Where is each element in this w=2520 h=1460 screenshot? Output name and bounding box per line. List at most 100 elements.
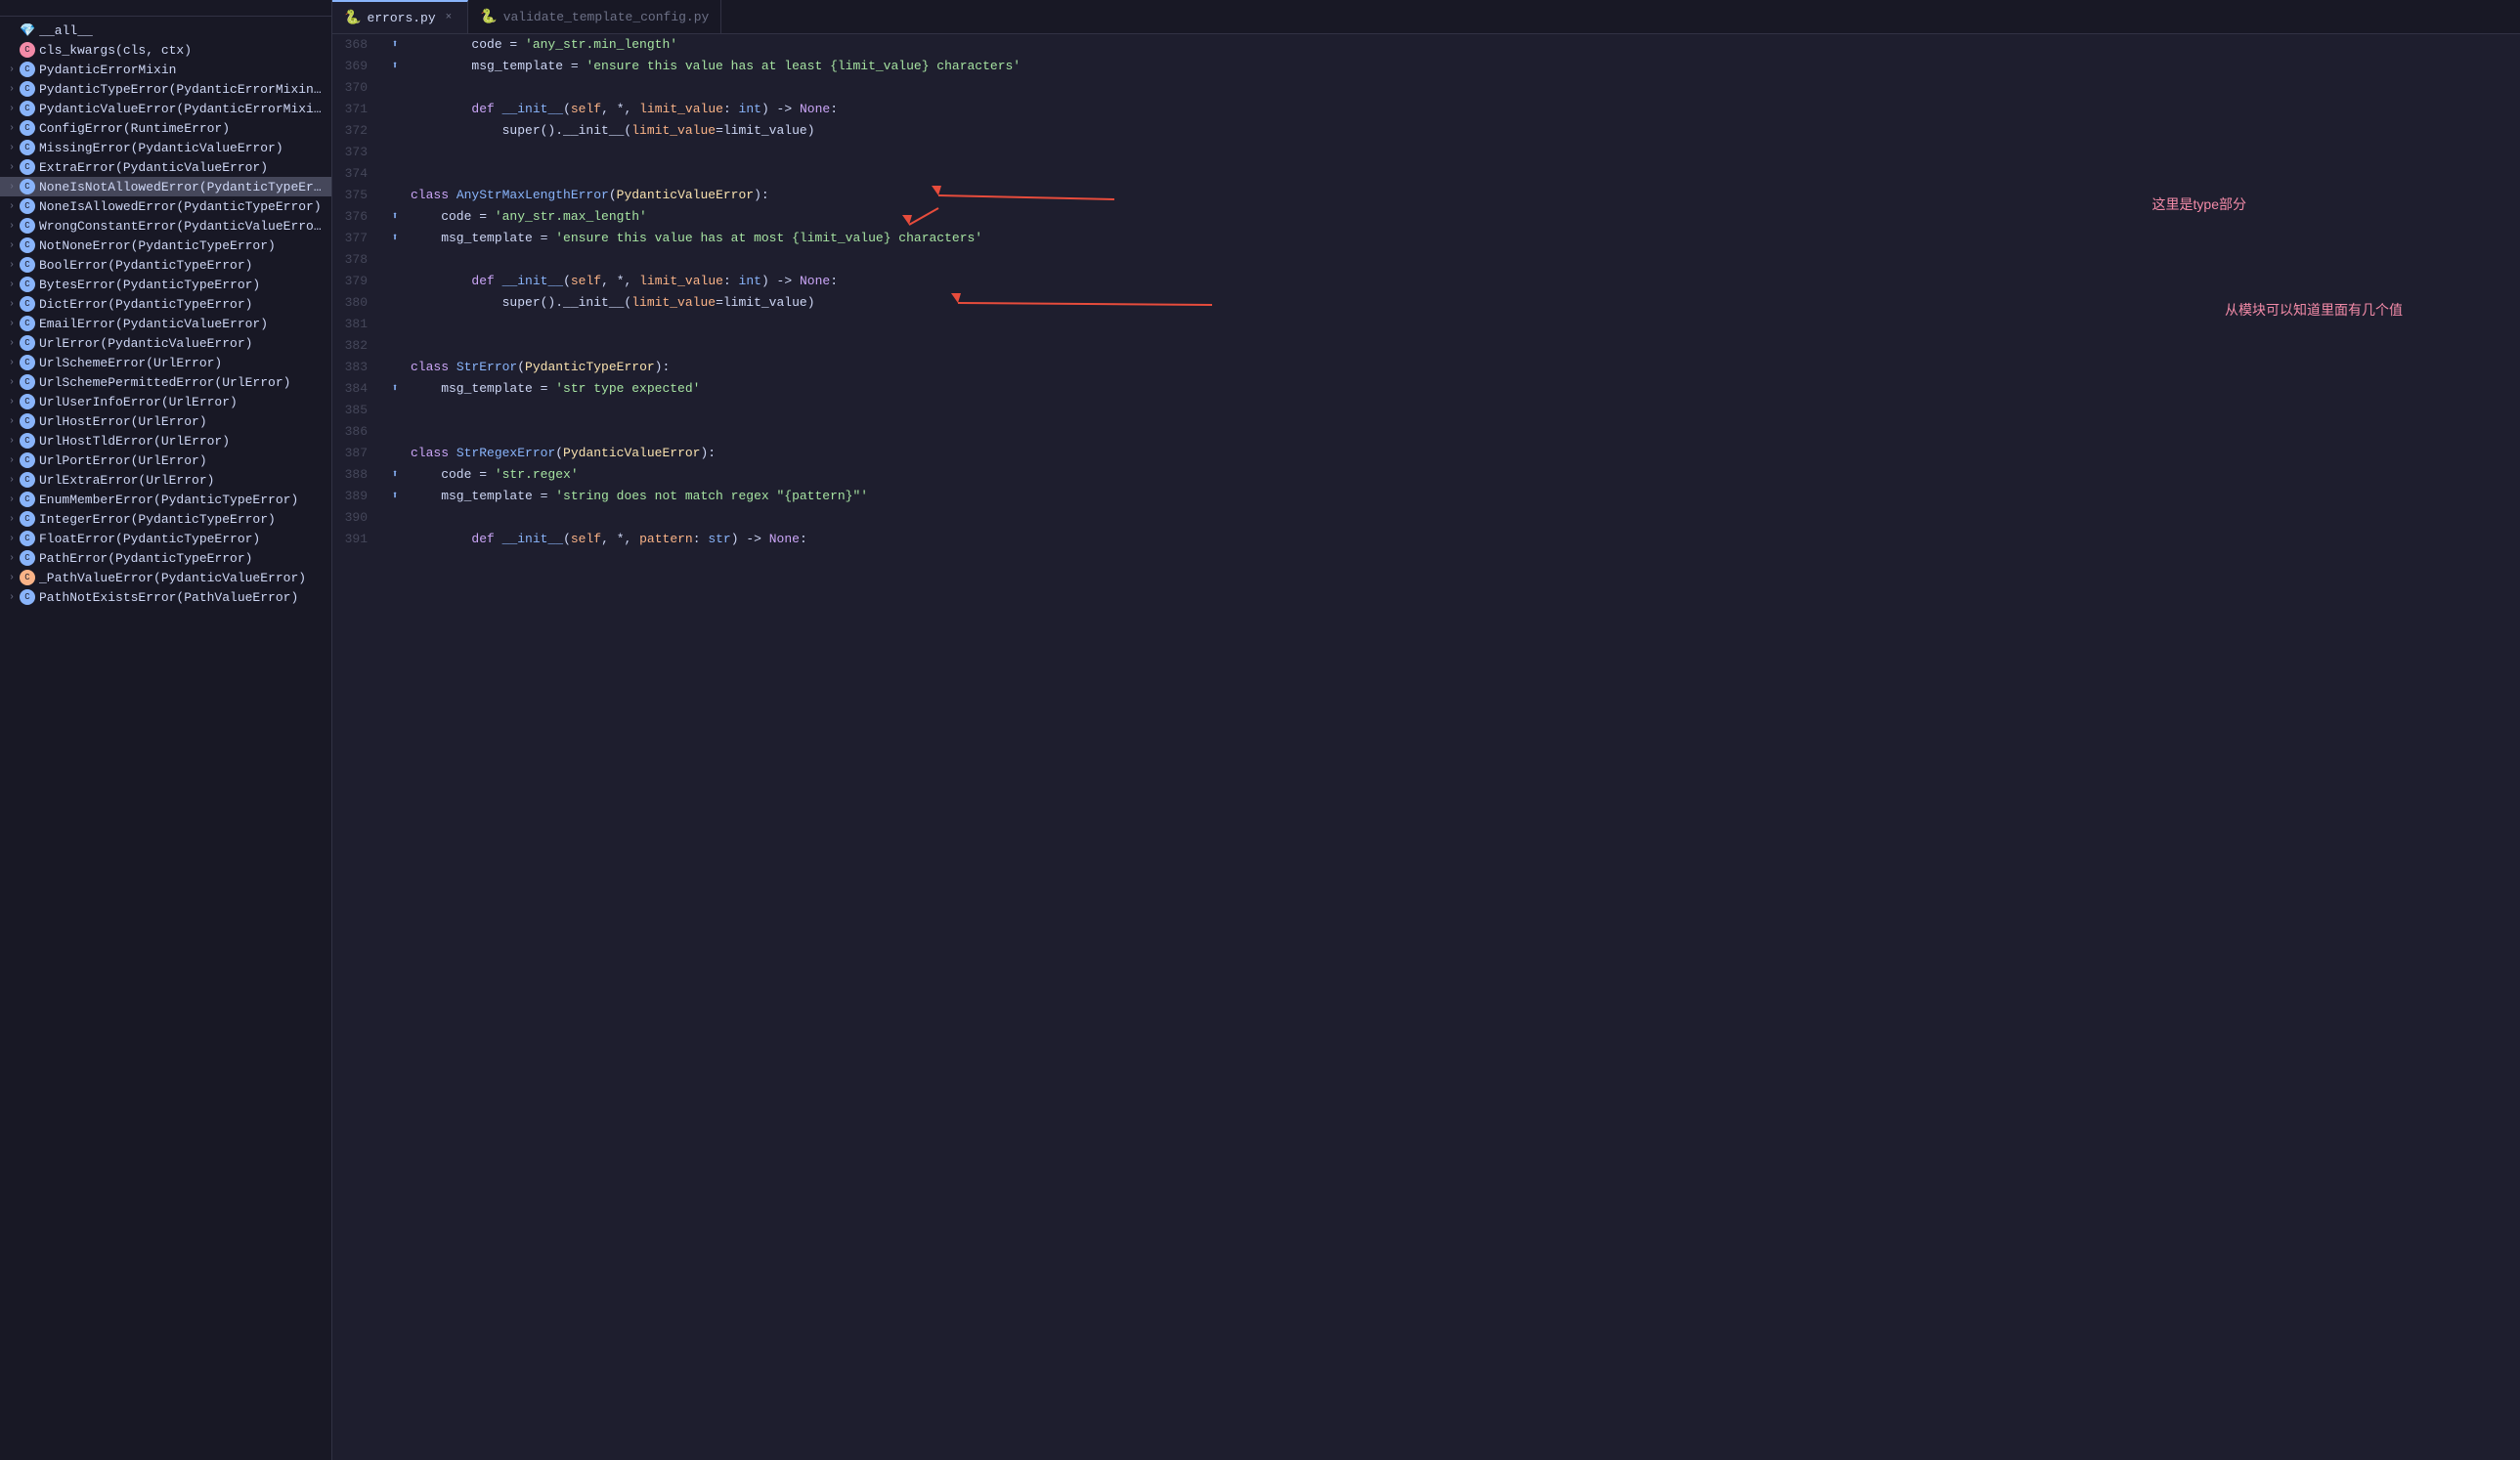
sidebar-item-PydanticValueError[interactable]: ›CPydanticValueError(PydanticErrorMixin,… bbox=[0, 99, 331, 118]
sidebar-item-label: __all__ bbox=[39, 23, 93, 38]
sidebar-item-all[interactable]: 💎 __all__ bbox=[0, 21, 331, 40]
breakpoint-icon[interactable]: ⬆ bbox=[392, 378, 399, 400]
breakpoint-icon[interactable]: ⬆ bbox=[392, 228, 399, 249]
sidebar-item-MissingError[interactable]: ›CMissingError(PydanticValueError) bbox=[0, 138, 331, 157]
sidebar-item-BoolError[interactable]: ›CBoolError(PydanticTypeError) bbox=[0, 255, 331, 275]
sidebar-item-IntegerError[interactable]: ›CIntegerError(PydanticTypeError) bbox=[0, 509, 331, 529]
sidebar-item-NoneIsNotAllowedError[interactable]: ›CNoneIsNotAllowedError(PydanticTypeErro… bbox=[0, 177, 331, 196]
sidebar-list[interactable]: 💎__all__ Ccls_kwargs(cls, ctx)›CPydantic… bbox=[0, 17, 331, 1460]
breakpoint-icon[interactable]: ⬆ bbox=[392, 56, 399, 77]
token-kw: def bbox=[471, 532, 494, 546]
token-plain: : bbox=[723, 102, 739, 116]
sidebar-item-PydanticTypeError[interactable]: ›CPydanticTypeError(PydanticErrorMixin, … bbox=[0, 79, 331, 99]
line-number: 389 bbox=[332, 486, 383, 507]
sidebar-item-PathNotExistsError[interactable]: ›CPathNotExistsError(PathValueError) bbox=[0, 587, 331, 607]
sidebar-item-NoneIsAllowedError[interactable]: ›CNoneIsAllowedError(PydanticTypeError) bbox=[0, 196, 331, 216]
token-cls-name: PydanticValueError bbox=[563, 446, 700, 460]
sidebar-item-WrongConstantError[interactable]: ›CWrongConstantError(PydanticValueError) bbox=[0, 216, 331, 236]
breakpoint-icon[interactable]: ⬆ bbox=[392, 34, 399, 56]
sidebar-item-label: PydanticValueError(PydanticErrorMixin, V… bbox=[39, 102, 324, 116]
sidebar-item-ConfigError[interactable]: ›CConfigError(RuntimeError) bbox=[0, 118, 331, 138]
token-kw: class bbox=[411, 360, 456, 374]
token-kw: class bbox=[411, 188, 456, 202]
chevron-icon: › bbox=[4, 257, 20, 273]
token-plain: code = bbox=[411, 209, 495, 224]
chevron-icon: › bbox=[4, 179, 20, 194]
sidebar-item-label: cls_kwargs(cls, ctx) bbox=[39, 43, 192, 58]
sidebar-item-BytesError[interactable]: ›CBytesError(PydanticTypeError) bbox=[0, 275, 331, 294]
class-icon: 💎 bbox=[20, 23, 35, 38]
chevron-icon: › bbox=[4, 589, 20, 605]
line-number: 369 bbox=[332, 56, 383, 77]
class-icon: C bbox=[20, 179, 35, 194]
token-plain: msg_template = bbox=[411, 59, 586, 73]
sidebar-item-PydanticErrorMixin[interactable]: ›CPydanticErrorMixin bbox=[0, 60, 331, 79]
token-builtin: int bbox=[739, 102, 761, 116]
chevron-icon: › bbox=[4, 394, 20, 409]
token-plain: ( bbox=[517, 360, 525, 374]
class-icon: C bbox=[20, 433, 35, 449]
breakpoint-icon[interactable]: ⬆ bbox=[392, 486, 399, 507]
sidebar-item-UrlHostTldError[interactable]: ›C UrlHostTldError(UrlError) bbox=[0, 431, 331, 451]
sidebar-item-_PathValueError[interactable]: ›C_PathValueError(PydanticValueError) bbox=[0, 568, 331, 587]
token-plain: : bbox=[800, 532, 807, 546]
sidebar-item-PathError[interactable]: ›CPathError(PydanticTypeError) bbox=[0, 548, 331, 568]
class-icon: C bbox=[20, 237, 35, 253]
sidebar-item-label: FloatError(PydanticTypeError) bbox=[39, 532, 260, 546]
class-icon: C bbox=[20, 257, 35, 273]
sidebar-item-EmailError[interactable]: ›CEmailError(PydanticValueError) bbox=[0, 314, 331, 333]
chevron-icon: › bbox=[4, 218, 20, 234]
chevron-icon: › bbox=[4, 413, 20, 429]
code-content: code = 'any_str.min_length' bbox=[407, 34, 2520, 56]
tab-errors[interactable]: 🐍errors.py× bbox=[332, 0, 468, 33]
sidebar-item-DictError[interactable]: ›CDictError(PydanticTypeError) bbox=[0, 294, 331, 314]
chevron-icon: › bbox=[4, 237, 20, 253]
breakpoint-icon[interactable]: ⬆ bbox=[392, 206, 399, 228]
token-plain: , *, bbox=[601, 274, 639, 288]
code-area[interactable]: 368 ⬆ code = 'any_str.min_length' 369 ⬆ msg… bbox=[332, 34, 2520, 550]
chevron-icon: › bbox=[4, 550, 20, 566]
sidebar-item-ExtraError[interactable]: ›CExtraError(PydanticValueError) bbox=[0, 157, 331, 177]
chevron-icon: › bbox=[4, 433, 20, 449]
sidebar-item-UrlExtraError[interactable]: ›CUrlExtraError(UrlError) bbox=[0, 470, 331, 490]
sidebar-item-EnumMemberError[interactable]: ›CEnumMemberError(PydanticTypeError) bbox=[0, 490, 331, 509]
code-content: class AnyStrMaxLengthError(PydanticValue… bbox=[407, 185, 2520, 206]
line-gutter[interactable]: ⬆ bbox=[383, 34, 407, 56]
code-line: 374 bbox=[332, 163, 2520, 185]
sidebar-item-FloatError[interactable]: ›CFloatError(PydanticTypeError) bbox=[0, 529, 331, 548]
breakpoint-icon[interactable]: ⬆ bbox=[392, 464, 399, 486]
line-gutter[interactable]: ⬆ bbox=[383, 486, 407, 507]
sidebar-item-UrlUserInfoError[interactable]: ›CUrlUserInfoError(UrlError) bbox=[0, 392, 331, 411]
tab-validate_template[interactable]: 🐍validate_template_config.py bbox=[468, 0, 721, 33]
sidebar-item-UrlPortError[interactable]: ›CUrlPortError(UrlError) bbox=[0, 451, 331, 470]
line-number: 383 bbox=[332, 357, 383, 378]
sidebar-item-cls_kwargs[interactable]: Ccls_kwargs(cls, ctx) bbox=[0, 40, 331, 60]
line-gutter[interactable]: ⬆ bbox=[383, 206, 407, 228]
code-line: 383class StrError(PydanticTypeError): bbox=[332, 357, 2520, 378]
token-param: self bbox=[571, 274, 601, 288]
line-gutter[interactable]: ⬆ bbox=[383, 56, 407, 77]
chevron-icon: › bbox=[4, 374, 20, 390]
sidebar-item-UrlError[interactable]: ›CUrlError(PydanticValueError) bbox=[0, 333, 331, 353]
line-gutter[interactable]: ⬆ bbox=[383, 464, 407, 486]
token-plain: super().__init__( bbox=[411, 123, 631, 138]
token-param: pattern bbox=[639, 532, 693, 546]
code-line: 373 bbox=[332, 142, 2520, 163]
tab-close-button[interactable]: × bbox=[442, 10, 456, 25]
sidebar-item-label: UrlHostTldError(UrlError) bbox=[39, 434, 230, 449]
sidebar-item-UrlSchemeError[interactable]: ›CUrlSchemeError(UrlError) bbox=[0, 353, 331, 372]
token-plain: ) -> bbox=[761, 274, 800, 288]
token-plain bbox=[495, 532, 502, 546]
class-icon: C bbox=[20, 140, 35, 155]
line-gutter[interactable]: ⬆ bbox=[383, 228, 407, 249]
code-line: 387class StrRegexError(PydanticValueErro… bbox=[332, 443, 2520, 464]
line-number: 368 bbox=[332, 34, 383, 56]
sidebar-item-UrlSchemePermittedError[interactable]: ›CUrlSchemePermittedError(UrlError) bbox=[0, 372, 331, 392]
sidebar-item-NotNoneError[interactable]: ›CNotNoneError(PydanticTypeError) bbox=[0, 236, 331, 255]
code-line: 371 def __init__(self, *, limit_value: i… bbox=[332, 99, 2520, 120]
chevron-icon: › bbox=[4, 355, 20, 370]
line-number: 385 bbox=[332, 400, 383, 421]
line-gutter[interactable]: ⬆ bbox=[383, 378, 407, 400]
chevron-icon bbox=[4, 22, 20, 38]
sidebar-item-UrlHostError[interactable]: ›CUrlHostError(UrlError) bbox=[0, 411, 331, 431]
